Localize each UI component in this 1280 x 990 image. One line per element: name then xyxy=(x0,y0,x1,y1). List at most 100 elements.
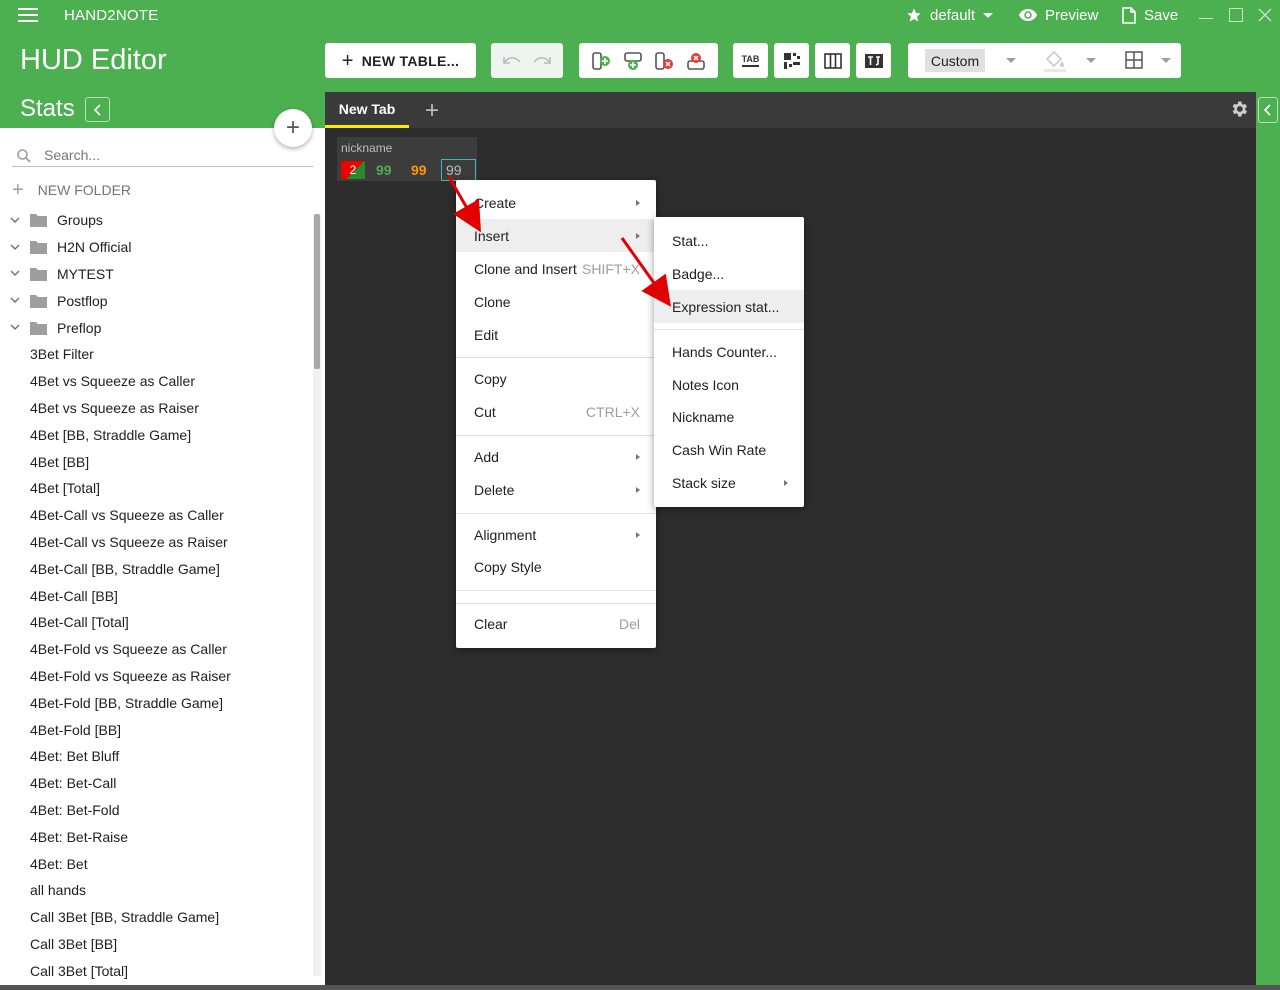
menu-item-alignment[interactable]: Alignment xyxy=(456,518,656,551)
profile-selector[interactable]: default xyxy=(906,5,994,25)
menu-item-clear[interactable]: Clear Del xyxy=(456,607,656,640)
chevron-down-icon[interactable] xyxy=(0,270,30,277)
add-column-icon[interactable] xyxy=(590,50,612,72)
stat-item[interactable]: 4Bet-Call vs Squeeze as Caller xyxy=(0,502,312,529)
menu-item-clone[interactable]: Clone xyxy=(456,285,656,318)
hud-panel[interactable]: nickname 2 99 99 99 xyxy=(337,137,477,181)
menu-item-copy-style[interactable]: Copy Style xyxy=(456,550,656,583)
folder-label: H2N Official xyxy=(57,239,132,256)
menu-item-copy[interactable]: Copy xyxy=(456,362,656,395)
scrollbar-thumb[interactable] xyxy=(314,214,320,369)
stat-item[interactable]: 4Bet: Bet-Fold xyxy=(0,797,312,824)
stat-item[interactable]: 4Bet [BB, Straddle Game] xyxy=(0,421,312,448)
stat-item[interactable]: 4Bet: Bet-Raise xyxy=(0,823,312,850)
menu-item-create[interactable]: Create xyxy=(456,186,656,219)
minimize-icon[interactable] xyxy=(1199,8,1213,22)
submenu-item-hands-counter[interactable]: Hands Counter... xyxy=(654,335,804,368)
stat-item[interactable]: 4Bet-Fold [BB, Straddle Game] xyxy=(0,689,312,716)
stat-item[interactable]: 4Bet [Total] xyxy=(0,475,312,502)
stat-item[interactable]: 4Bet vs Squeeze as Raiser xyxy=(0,395,312,422)
menu-divider xyxy=(456,357,656,358)
row-column-group xyxy=(579,43,718,78)
chevron-down-icon[interactable] xyxy=(1161,58,1171,63)
submenu-item-cash-win-rate[interactable]: Cash Win Rate xyxy=(654,433,804,466)
submenu-item-stack-size[interactable]: Stack size xyxy=(654,466,804,499)
stat-item[interactable]: all hands xyxy=(0,877,312,904)
stat-item[interactable]: 4Bet: Bet xyxy=(0,850,312,877)
submenu-item-notes-icon[interactable]: Notes Icon xyxy=(654,368,804,401)
redo-icon[interactable] xyxy=(532,54,552,68)
stat-item[interactable]: Call 3Bet [Total] xyxy=(0,957,312,984)
save-button[interactable]: Save xyxy=(1122,5,1178,25)
stat-item[interactable]: 3Bet Filter xyxy=(0,341,312,368)
paint-bucket-icon[interactable] xyxy=(1042,49,1068,73)
menu-item-edit[interactable]: Edit xyxy=(456,318,656,351)
add-tab-icon[interactable]: + xyxy=(425,97,439,125)
submenu-item-stat[interactable]: Stat... xyxy=(654,224,804,257)
chevron-down-icon[interactable] xyxy=(0,244,30,251)
hud-stat[interactable]: 99 xyxy=(411,162,427,178)
menu-icon[interactable] xyxy=(18,8,38,22)
chevron-down-icon[interactable] xyxy=(1086,58,1096,63)
stat-item[interactable]: 4Bet vs Squeeze as Caller xyxy=(0,368,312,395)
stat-item[interactable]: 4Bet: Bet-Call xyxy=(0,770,312,797)
new-folder-button[interactable]: + NEW FOLDER xyxy=(12,180,131,200)
stat-item[interactable]: 4Bet-Fold [BB] xyxy=(0,716,312,743)
menu-item-label: Copy Style xyxy=(474,558,542,575)
hud-badge[interactable]: 2 xyxy=(341,161,365,179)
search-input[interactable] xyxy=(44,147,294,163)
stat-item[interactable]: Call 3Bet [BB] xyxy=(0,931,312,958)
preview-button[interactable]: Preview xyxy=(1019,5,1098,25)
expand-right-panel-button[interactable] xyxy=(1258,97,1278,123)
add-row-icon[interactable] xyxy=(622,50,644,72)
chevron-down-icon[interactable] xyxy=(0,217,30,224)
tab-new-tab[interactable]: New Tab xyxy=(325,92,409,128)
chevron-down-icon[interactable] xyxy=(0,324,30,331)
taskbar xyxy=(0,985,1280,990)
stat-item[interactable]: 4Bet-Call [BB, Straddle Game] xyxy=(0,555,312,582)
style-select[interactable]: Custom xyxy=(925,49,985,72)
stat-item[interactable]: 4Bet: Bet Bluff xyxy=(0,743,312,770)
layout-grid-icon[interactable] xyxy=(1125,51,1143,69)
folder-row[interactable]: Preflop xyxy=(0,314,312,341)
stat-item[interactable]: 4Bet-Call [BB] xyxy=(0,582,312,609)
submenu-item-expression-stat[interactable]: Expression stat... xyxy=(654,290,804,323)
close-icon[interactable] xyxy=(1258,8,1272,22)
stat-item[interactable]: 4Bet [BB] xyxy=(0,448,312,475)
delete-column-icon[interactable] xyxy=(653,50,675,72)
folder-row[interactable]: MYTEST xyxy=(0,261,312,288)
menu-item-delete[interactable]: Delete xyxy=(456,473,656,506)
new-table-button[interactable]: + NEW TABLE... xyxy=(325,43,476,78)
tab-button[interactable]: TAB xyxy=(733,43,768,78)
stat-item[interactable]: 4Bet-Fold vs Squeeze as Raiser xyxy=(0,663,312,690)
text-layout-button[interactable] xyxy=(856,43,891,78)
menu-item-insert[interactable]: Insert xyxy=(456,219,656,252)
folder-row[interactable]: H2N Official xyxy=(0,234,312,261)
qr-button[interactable] xyxy=(774,43,809,78)
delete-row-icon[interactable] xyxy=(685,50,707,72)
sidebar-scrollbar[interactable] xyxy=(313,214,321,976)
menu-item-label: Clone and Insert xyxy=(474,260,577,277)
gear-icon[interactable] xyxy=(1229,99,1249,119)
hud-stat[interactable]: 99 xyxy=(376,162,392,178)
collapse-sidebar-button[interactable] xyxy=(85,97,110,122)
hud-stat-selected[interactable]: 99 xyxy=(441,159,476,181)
menu-item-cut[interactable]: Cut CTRL+X xyxy=(456,395,656,428)
maximize-icon[interactable] xyxy=(1229,8,1243,22)
menu-item-add[interactable]: Add xyxy=(456,440,656,473)
add-stat-button[interactable]: + xyxy=(274,109,312,147)
folder-row[interactable]: Postflop xyxy=(0,287,312,314)
menu-item-clone-insert[interactable]: Clone and Insert SHIFT+X xyxy=(456,252,656,285)
undo-icon[interactable] xyxy=(502,54,522,68)
chevron-down-icon[interactable] xyxy=(1006,58,1016,63)
stat-item[interactable]: 4Bet-Fold vs Squeeze as Caller xyxy=(0,636,312,663)
submenu-item-nickname[interactable]: Nickname xyxy=(654,400,804,433)
folder-row[interactable]: Groups xyxy=(0,207,312,234)
hud-nickname[interactable]: nickname xyxy=(341,141,392,155)
stat-item[interactable]: Call 3Bet [BB, Straddle Game] xyxy=(0,904,312,931)
stat-item[interactable]: 4Bet-Call [Total] xyxy=(0,609,312,636)
stat-item[interactable]: 4Bet-Call vs Squeeze as Raiser xyxy=(0,529,312,556)
submenu-item-badge[interactable]: Badge... xyxy=(654,257,804,290)
columns-button[interactable] xyxy=(815,43,850,78)
chevron-down-icon[interactable] xyxy=(0,297,30,304)
